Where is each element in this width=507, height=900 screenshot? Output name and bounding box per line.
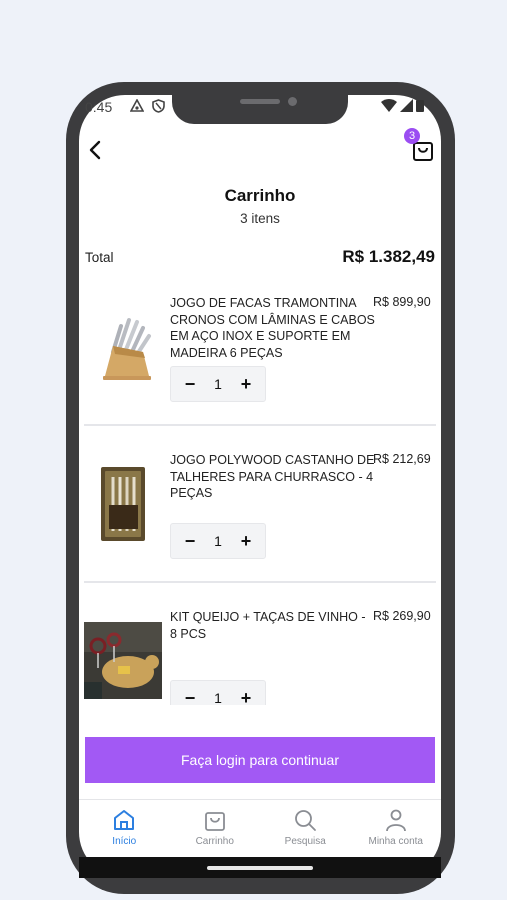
quantity-value: 1 (214, 690, 222, 705)
item-price: R$ 269,90 (373, 609, 431, 623)
status-icons (381, 99, 424, 112)
increase-quantity-button[interactable]: + (239, 688, 253, 706)
item-name: JOGO DE FACAS TRAMONTINA CRONOS COM LÂMI… (170, 296, 375, 360)
cart-count-badge: 3 (404, 128, 420, 144)
nav-item-pesquisa[interactable]: Pesquisa (260, 808, 351, 853)
phone-notch (172, 84, 348, 124)
increase-quantity-button[interactable]: + (239, 374, 253, 395)
nav-label: Pesquisa (284, 836, 326, 847)
wifi-icon (381, 99, 397, 112)
nav-label: Minha conta (368, 836, 423, 847)
bottom-nav-divider (79, 799, 441, 800)
decrease-quantity-button[interactable]: − (183, 374, 197, 395)
item-price: R$ 212,69 (373, 452, 431, 466)
knife-set-image (99, 316, 155, 387)
nav-item-carrinho[interactable]: Carrinho (170, 808, 261, 853)
increase-quantity-button[interactable]: + (239, 531, 253, 552)
phone-speaker (240, 99, 280, 104)
user-icon (385, 809, 406, 832)
cart-item-list[interactable]: JOGO DE FACAS TRAMONTINA CRONOS COM LÂMI… (79, 280, 441, 705)
quantity-value: 1 (214, 376, 222, 392)
decrease-quantity-button[interactable]: − (183, 688, 197, 706)
login-to-continue-button[interactable]: Faça login para continuar (85, 737, 435, 783)
quantity-value: 1 (214, 533, 222, 549)
bottom-nav: Início Carrinho Pesquisa Minha conta (79, 808, 441, 853)
status-time: 0:45 (85, 99, 113, 115)
decrease-quantity-button[interactable]: − (183, 531, 197, 552)
shield-icon (152, 99, 165, 118)
home-indicator[interactable] (207, 866, 313, 870)
battery-icon (416, 100, 424, 112)
total-value: R$ 1.382,49 (342, 247, 435, 266)
quantity-stepper: − 1 + (170, 366, 266, 402)
item-count: 3 itens (240, 211, 280, 226)
signal-icon (400, 99, 413, 112)
search-icon (295, 810, 317, 831)
nav-item-minha-conta[interactable]: Minha conta (351, 808, 442, 853)
phone-camera (288, 97, 297, 106)
cutlery-set-image (101, 467, 145, 546)
notification-icon (129, 98, 145, 118)
home-icon (114, 810, 135, 830)
quantity-stepper: − 1 + (170, 680, 266, 705)
nav-item-inicio[interactable]: Início (79, 808, 170, 853)
page-title: Carrinho (224, 186, 296, 205)
item-divider (84, 424, 436, 426)
nav-label: Carrinho (195, 836, 234, 847)
nav-label: Início (112, 836, 137, 847)
item-price: R$ 899,90 (373, 295, 431, 309)
quantity-stepper: − 1 + (170, 523, 266, 559)
back-button[interactable] (86, 140, 106, 160)
chevron-left-icon (89, 140, 101, 160)
cheese-wine-kit-image (84, 622, 162, 704)
item-name: JOGO POLYWOOD CASTANHO DE TALHERES PARA … (170, 453, 375, 500)
item-divider (84, 581, 436, 583)
item-name: KIT QUEIJO + TAÇAS DE VINHO - 8 PCS (170, 610, 366, 641)
bag-icon (204, 812, 225, 831)
total-label: Total (85, 250, 114, 265)
